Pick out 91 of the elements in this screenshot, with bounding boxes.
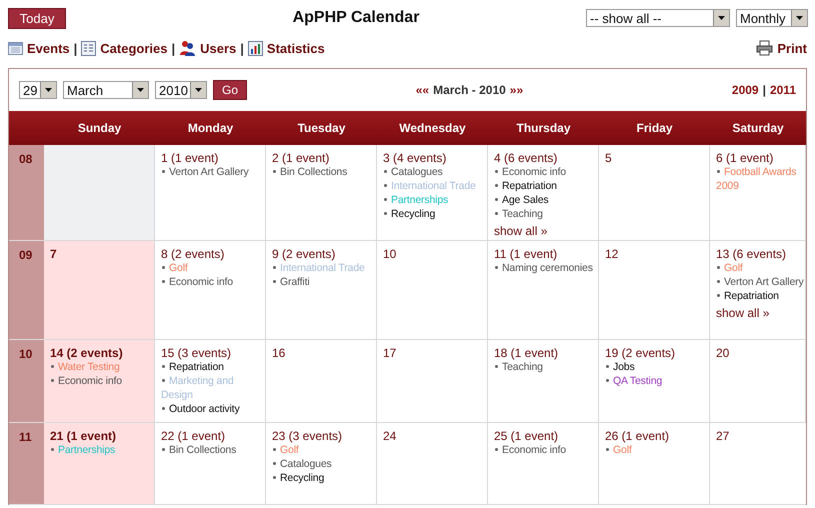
event-link[interactable]: QA Testing bbox=[605, 374, 708, 388]
show-all-link[interactable]: show all » bbox=[716, 306, 770, 320]
next-month-link[interactable]: »» bbox=[510, 83, 524, 97]
separator: | bbox=[240, 40, 244, 56]
event-link[interactable]: Economic info bbox=[494, 165, 597, 179]
app-title: ApPHP Calendar bbox=[292, 9, 420, 27]
previous-month-link[interactable]: «« bbox=[416, 83, 430, 97]
day-date[interactable]: 12 bbox=[605, 247, 708, 261]
event-link[interactable]: Economic info bbox=[50, 374, 153, 388]
category-select[interactable]: -- show all -- bbox=[586, 9, 730, 27]
week-number[interactable]: 08 bbox=[9, 145, 44, 241]
show-all-link[interactable]: show all » bbox=[494, 224, 548, 238]
go-button[interactable]: Go bbox=[213, 80, 247, 100]
day-date[interactable]: 5 bbox=[605, 151, 708, 165]
day-date[interactable]: 1 (1 event) bbox=[161, 151, 264, 165]
separator: | bbox=[74, 40, 78, 56]
event-link[interactable]: Naming ceremonies bbox=[494, 261, 597, 275]
event-link[interactable]: Bin Collections bbox=[272, 165, 375, 179]
event-link[interactable]: Jobs bbox=[605, 360, 708, 374]
day-date[interactable]: 15 (3 events) bbox=[161, 346, 264, 360]
weekday-header: Tuesday bbox=[266, 111, 377, 145]
day-date[interactable]: 11 (1 event) bbox=[494, 247, 597, 261]
event-link[interactable]: Verton Art Gallery bbox=[716, 275, 804, 289]
event-link[interactable]: Bin Collections bbox=[161, 443, 264, 457]
week-number[interactable]: 09 bbox=[9, 241, 44, 340]
list-icon bbox=[81, 40, 96, 56]
day-date[interactable]: 2 (1 event) bbox=[272, 151, 375, 165]
event-link[interactable]: Teaching bbox=[494, 207, 597, 221]
next-year-link[interactable]: 2011 bbox=[770, 83, 796, 97]
week-number[interactable]: 10 bbox=[9, 340, 44, 423]
day-date[interactable]: 18 (1 event) bbox=[494, 346, 597, 360]
event-link[interactable]: Teaching bbox=[494, 360, 597, 374]
event-link[interactable]: Verton Art Gallery bbox=[161, 165, 264, 179]
calendar-icon bbox=[8, 42, 23, 54]
event-link[interactable]: Catalogues bbox=[383, 165, 486, 179]
event-link[interactable]: Repatriation bbox=[494, 179, 597, 193]
week-number[interactable]: 11 bbox=[9, 423, 44, 505]
day-select[interactable]: 29 bbox=[19, 81, 57, 99]
day-date[interactable]: 19 (2 events) bbox=[605, 346, 708, 360]
event-link[interactable]: Economic info bbox=[161, 275, 264, 289]
event-link[interactable]: Economic info bbox=[494, 443, 597, 457]
current-period: March - 2010 bbox=[433, 83, 506, 97]
event-link[interactable]: Catalogues bbox=[272, 457, 375, 471]
event-link[interactable]: Outdoor activity bbox=[161, 402, 264, 416]
printer-icon bbox=[756, 40, 774, 56]
separator: | bbox=[171, 40, 176, 56]
event-link[interactable]: Age Sales bbox=[494, 193, 597, 207]
year-select[interactable]: 2010 bbox=[155, 81, 207, 99]
day-date[interactable]: 16 bbox=[272, 346, 375, 360]
event-link[interactable]: Repatriation bbox=[161, 360, 264, 374]
weekday-header: Wednesday bbox=[377, 111, 488, 145]
day-date[interactable]: 3 (4 events) bbox=[383, 151, 486, 165]
weekday-header: Friday bbox=[599, 111, 710, 145]
weekday-header: Thursday bbox=[488, 111, 599, 145]
weekday-header: Sunday bbox=[44, 111, 155, 145]
day-date[interactable]: 25 (1 event) bbox=[494, 429, 597, 443]
day-date[interactable]: 9 (2 events) bbox=[272, 247, 375, 261]
day-date[interactable]: 4 (6 events) bbox=[494, 151, 597, 165]
previous-year-link[interactable]: 2009 bbox=[732, 83, 759, 97]
print-link[interactable]: Print bbox=[756, 40, 807, 56]
toolbar-link[interactable]: Categories bbox=[81, 40, 168, 56]
day-date[interactable]: 22 (1 event) bbox=[161, 429, 264, 443]
weekday-header: Monday bbox=[155, 111, 266, 145]
today-button[interactable]: Today bbox=[8, 8, 66, 28]
day-date[interactable]: 24 bbox=[383, 429, 486, 443]
day-date[interactable]: 8 (2 events) bbox=[161, 247, 264, 261]
event-link[interactable]: Repatriation bbox=[716, 289, 804, 303]
day-date[interactable]: 13 (6 events) bbox=[716, 247, 804, 261]
event-link[interactable]: Graffiti bbox=[272, 275, 375, 289]
header-bar bbox=[9, 111, 44, 145]
day-date[interactable]: 17 bbox=[383, 346, 486, 360]
toolbar-link[interactable]: Statistics bbox=[248, 40, 325, 56]
users-icon bbox=[179, 40, 196, 56]
day-date[interactable]: 23 (3 events) bbox=[272, 429, 375, 443]
toolbar-link[interactable]: Events bbox=[8, 40, 70, 56]
view-select[interactable]: Monthly bbox=[736, 9, 808, 27]
month-select[interactable]: March bbox=[63, 81, 149, 99]
day-date[interactable]: 7 bbox=[50, 247, 153, 261]
toolbar-link[interactable]: Users bbox=[179, 40, 236, 56]
day-date[interactable]: 6 (1 event) bbox=[716, 151, 804, 165]
chart-icon bbox=[248, 40, 263, 56]
day-date[interactable]: 14 (2 events) bbox=[50, 346, 153, 360]
separator: | bbox=[762, 83, 766, 97]
weekday-header: Saturday bbox=[710, 111, 806, 145]
event-link[interactable]: Recycling bbox=[383, 207, 486, 221]
event-link[interactable]: Recycling bbox=[272, 471, 375, 485]
day-date[interactable]: 21 (1 event) bbox=[50, 429, 153, 443]
day-date[interactable]: 20 bbox=[716, 346, 804, 360]
day-date[interactable]: 26 (1 event) bbox=[605, 429, 708, 443]
day-date[interactable]: 27 bbox=[716, 429, 805, 443]
day-date[interactable]: 10 bbox=[383, 247, 486, 261]
